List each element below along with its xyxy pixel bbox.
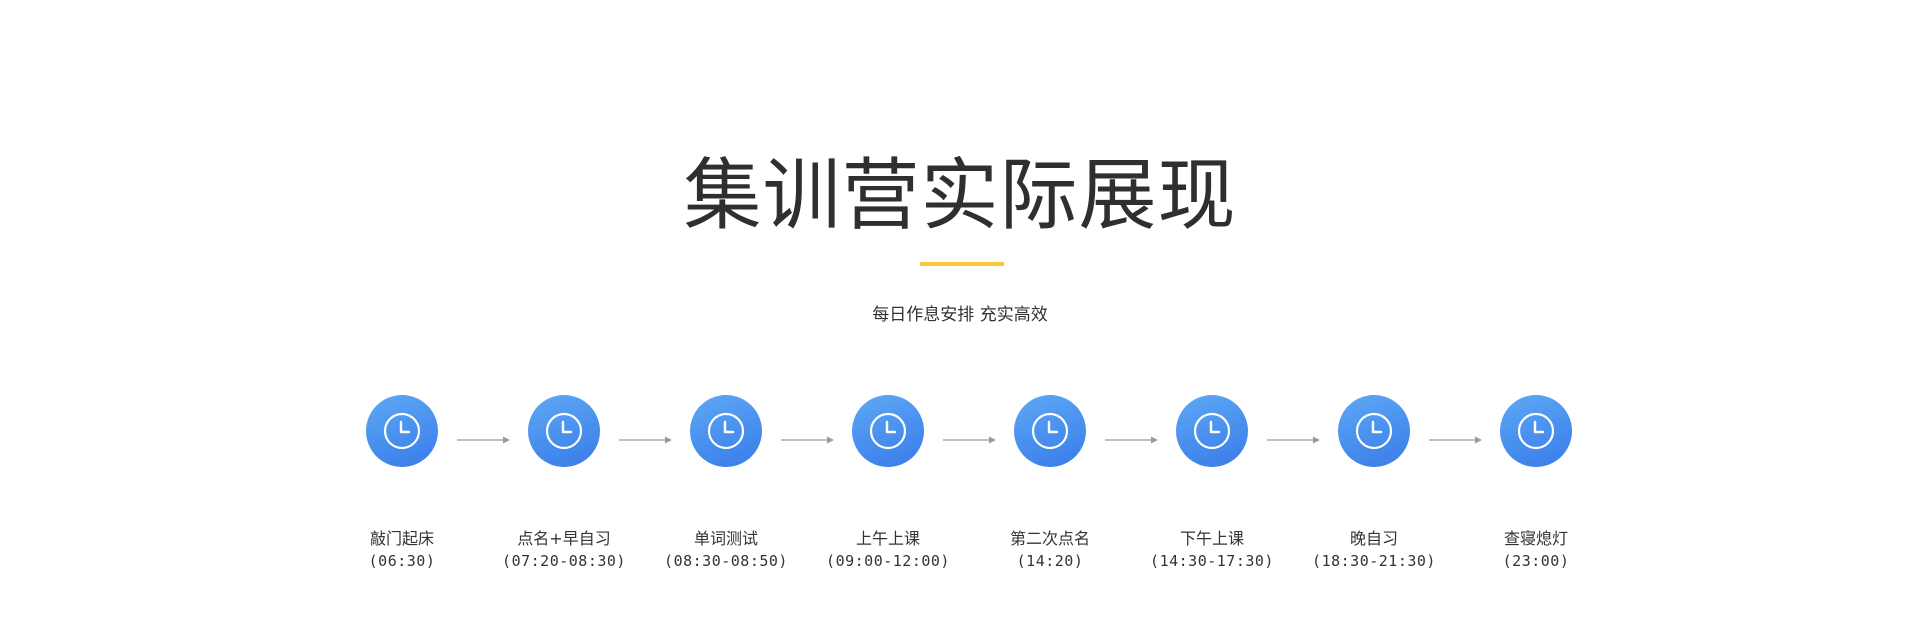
timeline-step: 第二次点名 (14:20) [960, 395, 1140, 572]
timeline-step: 点名+早自习 (07:20-08:30) [474, 395, 654, 572]
step-label: 敲门起床 [369, 529, 434, 548]
clock-icon [852, 395, 924, 467]
timeline-step: 下午上课 (14:30-17:30) [1122, 395, 1302, 572]
clock-icon [690, 395, 762, 467]
page-title: 集训营实际展现 [683, 151, 1237, 241]
timeline-step: 单词测试 (08:30-08:50) [636, 395, 816, 572]
step-label: 第二次点名 [1009, 529, 1090, 548]
step-time: (18:30-21:30) [1312, 552, 1436, 570]
step-time: (14:30-17:30) [1150, 552, 1274, 570]
step-time: (07:20-08:30) [502, 552, 626, 570]
step-label: 下午上课 [1179, 529, 1244, 548]
clock-icon [1500, 395, 1572, 467]
schedule-page: 集训营实际展现 每日作息安排 充实高效 敲门起床 (06:30) 点名+早自习 … [0, 0, 1920, 643]
clock-icon [1176, 395, 1248, 467]
daily-schedule-timeline: 敲门起床 (06:30) 点名+早自习 (07:20-08:30) 单词测试 (… [0, 395, 1920, 595]
clock-icon [1014, 395, 1086, 467]
step-label: 点名+早自习 [517, 529, 611, 548]
step-time: (23:00) [1502, 552, 1570, 570]
page-subtitle: 每日作息安排 充实高效 [872, 305, 1048, 325]
step-time: (08:30-08:50) [664, 552, 788, 570]
step-time: (06:30) [368, 552, 436, 570]
timeline-step: 查寝熄灯 (23:00) [1446, 395, 1626, 572]
step-label: 查寝熄灯 [1503, 529, 1568, 548]
timeline-step: 敲门起床 (06:30) [312, 395, 492, 572]
timeline-step: 上午上课 (09:00-12:00) [798, 395, 978, 572]
clock-icon [1338, 395, 1410, 467]
clock-icon [528, 395, 600, 467]
timeline-step: 晚自习 (18:30-21:30) [1284, 395, 1464, 572]
title-underline [920, 262, 1004, 266]
step-time: (14:20) [1016, 552, 1084, 570]
step-time: (09:00-12:00) [826, 552, 950, 570]
step-label: 上午上课 [855, 529, 920, 548]
clock-icon [366, 395, 438, 467]
step-label: 单词测试 [693, 529, 758, 548]
step-label: 晚自习 [1349, 529, 1398, 548]
